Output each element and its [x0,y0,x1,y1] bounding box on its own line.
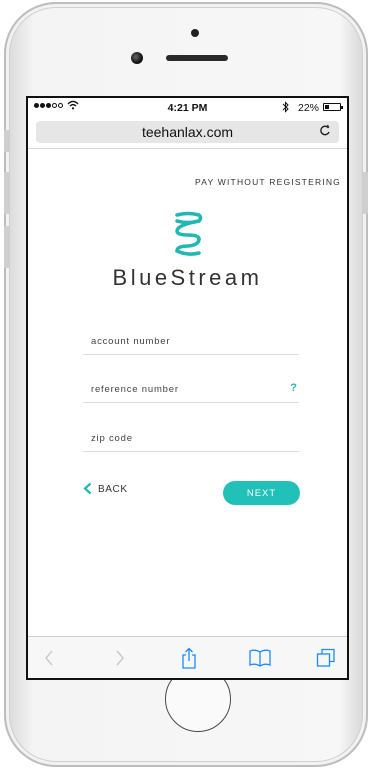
reference-help-icon[interactable]: ? [290,382,297,394]
zip-code-field [83,427,299,452]
browser-back-icon[interactable] [36,645,62,671]
back-button[interactable]: BACK [83,482,128,496]
next-button[interactable]: NEXT [223,481,300,505]
reference-number-input[interactable] [91,384,281,395]
back-label: BACK [98,483,128,495]
share-icon[interactable] [176,645,202,671]
volume-up-button [4,172,9,214]
reference-number-field: ? [83,378,299,403]
tabs-icon[interactable] [313,645,339,671]
status-bar: 4:21 PM 22% [28,98,347,118]
toolbar-divider [28,148,347,149]
browser-toolbar [28,636,347,678]
earpiece-speaker [166,55,228,61]
back-chevron-icon [83,482,92,496]
pay-without-registering-link[interactable]: PAY WITHOUT REGISTERING [195,177,341,187]
phone-screen: 4:21 PM 22% teehanlax.com PAY WITHOUT RE… [26,96,349,680]
bluestream-logo-icon [175,211,203,256]
address-bar[interactable]: teehanlax.com [36,121,339,143]
bluetooth-icon [282,101,289,116]
zip-code-input[interactable] [91,433,281,444]
proximity-sensor [191,29,199,37]
reload-icon[interactable] [319,123,331,140]
bookmarks-icon[interactable] [247,645,273,671]
account-number-input[interactable] [91,336,281,347]
battery-icon [323,103,343,111]
volume-down-button [4,226,9,268]
account-number-field [83,330,299,355]
brand-name: BlueStream [112,265,263,290]
battery-level [325,105,329,109]
mute-switch [4,130,9,152]
power-button [363,172,368,214]
address-url: teehanlax.com [141,124,234,140]
battery-percent: 22% [297,102,319,114]
browser-forward-icon[interactable] [107,645,133,671]
front-camera [131,52,143,64]
